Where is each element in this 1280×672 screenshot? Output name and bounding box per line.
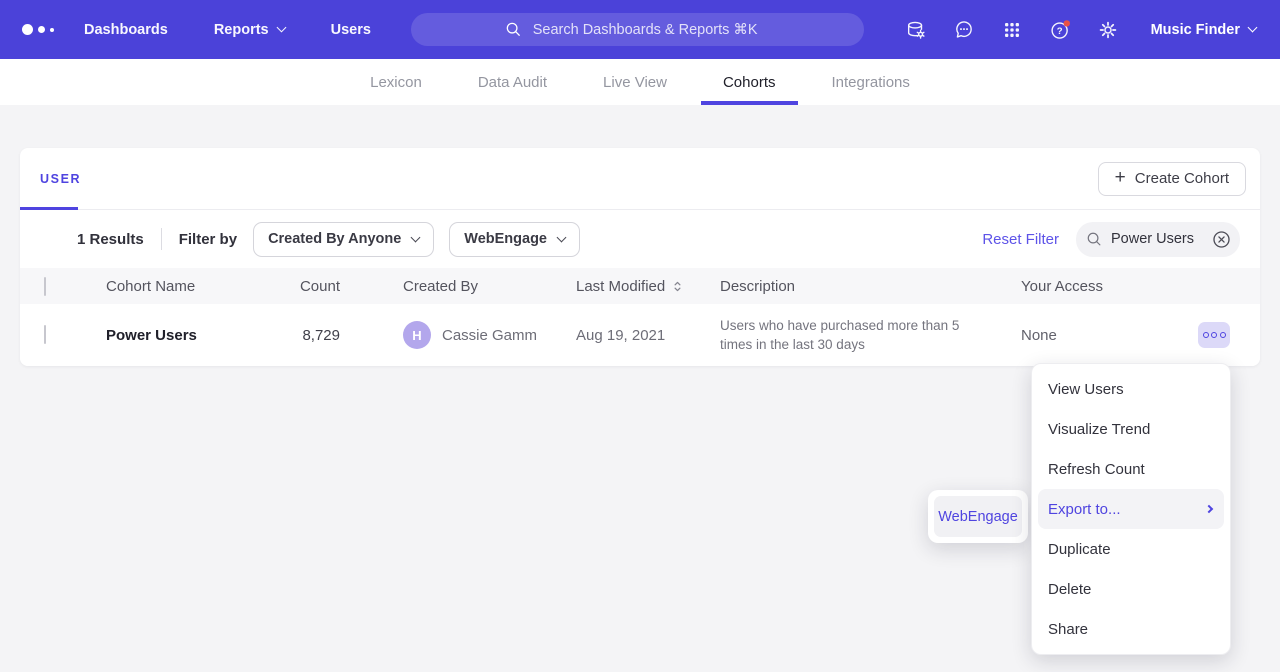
row-actions-cell	[1198, 322, 1260, 348]
row-actions-menu-button[interactable]	[1198, 322, 1230, 348]
nav-item-label: Reports	[214, 22, 269, 38]
filter-bar: 1 Results Filter by Created By Anyone We…	[20, 210, 1260, 268]
cohort-search-input[interactable]	[1111, 231, 1204, 247]
row-checkbox-cell	[20, 326, 82, 344]
results-count: 1 Results	[77, 231, 144, 248]
messages-icon[interactable]	[953, 19, 975, 41]
nav-item-users[interactable]: Users	[331, 22, 371, 38]
cohorts-card: USER + Create Cohort 1 Results Filter by…	[20, 148, 1260, 366]
nav-item-dashboards[interactable]: Dashboards	[84, 22, 168, 38]
sort-icon	[672, 280, 683, 293]
plus-icon: +	[1115, 168, 1126, 187]
tab-data-audit[interactable]: Data Audit	[456, 59, 569, 105]
logo-dot	[38, 26, 45, 33]
chevron-down-icon	[1248, 23, 1258, 33]
search-icon	[505, 21, 523, 39]
tab-user[interactable]: USER	[40, 148, 81, 209]
tab-live-view[interactable]: Live View	[581, 59, 689, 105]
webengage-filter-value: WebEngage	[464, 231, 547, 247]
row-context-menu: View Users Visualize Trend Refresh Count…	[1031, 363, 1231, 655]
tab-lexicon[interactable]: Lexicon	[348, 59, 444, 105]
logo-dot	[50, 28, 54, 32]
table-header-row: Cohort Name Count Created By Last Modifi…	[20, 268, 1260, 304]
reset-filter-link[interactable]: Reset Filter	[982, 231, 1059, 248]
chevron-down-icon	[276, 23, 286, 33]
cohort-count-cell: 8,729	[260, 327, 340, 344]
avatar: H	[403, 321, 431, 349]
svg-text:?: ?	[1056, 26, 1062, 37]
column-cohort-name: Cohort Name	[82, 278, 260, 295]
created-by-filter-dropdown[interactable]: Created By Anyone	[253, 222, 434, 257]
help-icon[interactable]: ?	[1049, 19, 1071, 41]
filter-by-label: Filter by	[179, 231, 237, 248]
mixpanel-logo[interactable]	[22, 24, 54, 35]
top-nav: Dashboards Reports Users	[0, 0, 1280, 59]
created-by-name: Cassie Gamm	[442, 327, 537, 344]
last-modified-cell: Aug 19, 2021	[576, 327, 720, 344]
primary-nav: Dashboards Reports Users	[84, 22, 371, 38]
tab-integrations[interactable]: Integrations	[810, 59, 932, 105]
nav-item-reports[interactable]: Reports	[214, 22, 285, 38]
cohort-type-tabs: USER + Create Cohort	[20, 148, 1260, 210]
created-by-cell: H Cassie Gamm	[340, 321, 576, 349]
column-description: Description	[720, 278, 1000, 295]
column-your-access: Your Access	[1000, 278, 1198, 295]
settings-gear-icon[interactable]	[1097, 19, 1119, 41]
main-content: USER + Create Cohort 1 Results Filter by…	[0, 105, 1280, 366]
divider	[161, 228, 162, 250]
webengage-filter-dropdown[interactable]: WebEngage	[449, 222, 580, 257]
nav-right-icons: ? Music Finder	[905, 19, 1256, 41]
menu-item-duplicate[interactable]: Duplicate	[1032, 529, 1230, 569]
export-submenu: WebEngage	[928, 490, 1028, 543]
nav-search-area	[371, 13, 905, 46]
notification-dot	[1063, 20, 1069, 26]
your-access-cell: None	[1000, 327, 1198, 344]
menu-item-export-to[interactable]: Export to...	[1038, 489, 1224, 529]
column-last-modified[interactable]: Last Modified	[576, 278, 720, 295]
menu-item-view-users[interactable]: View Users	[1032, 369, 1230, 409]
dot-icon	[1211, 332, 1217, 338]
submenu-item-webengage[interactable]: WebEngage	[934, 496, 1022, 537]
created-by-filter-value: Created By Anyone	[268, 231, 401, 247]
global-search-input[interactable]	[533, 22, 771, 38]
search-icon	[1086, 231, 1103, 248]
cohort-search[interactable]	[1076, 222, 1240, 257]
create-cohort-label: Create Cohort	[1135, 170, 1229, 187]
row-checkbox[interactable]	[44, 325, 46, 344]
description-cell: Users who have purchased more than 5 tim…	[720, 316, 1000, 354]
logo-dot	[22, 24, 33, 35]
menu-item-delete[interactable]: Delete	[1032, 569, 1230, 609]
project-switcher[interactable]: Music Finder	[1151, 22, 1256, 38]
menu-item-export-to-label: Export to...	[1048, 501, 1121, 518]
global-search[interactable]	[411, 13, 864, 46]
cohort-name-cell: Power Users	[82, 327, 260, 344]
dot-icon	[1203, 332, 1209, 338]
chevron-down-icon	[411, 232, 421, 242]
clear-search-icon[interactable]	[1212, 230, 1231, 249]
tab-cohorts[interactable]: Cohorts	[701, 59, 798, 105]
menu-item-share[interactable]: Share	[1032, 609, 1230, 649]
chevron-down-icon	[557, 232, 567, 242]
secondary-nav: Lexicon Data Audit Live View Cohorts Int…	[0, 59, 1280, 105]
dot-icon	[1220, 332, 1226, 338]
cohort-table-row[interactable]: Power Users 8,729 H Cassie Gamm Aug 19, …	[20, 304, 1260, 366]
column-count: Count	[260, 278, 340, 295]
create-cohort-button[interactable]: + Create Cohort	[1098, 162, 1246, 196]
data-management-icon[interactable]	[905, 19, 927, 41]
header-checkbox-cell	[20, 278, 82, 295]
select-all-checkbox[interactable]	[44, 277, 46, 296]
project-name: Music Finder	[1151, 22, 1240, 38]
menu-item-refresh-count[interactable]: Refresh Count	[1032, 449, 1230, 489]
chevron-right-icon	[1205, 505, 1213, 513]
column-created-by: Created By	[340, 278, 576, 295]
menu-item-visualize-trend[interactable]: Visualize Trend	[1032, 409, 1230, 449]
apps-grid-icon[interactable]	[1001, 19, 1023, 41]
column-last-modified-label: Last Modified	[576, 278, 665, 295]
